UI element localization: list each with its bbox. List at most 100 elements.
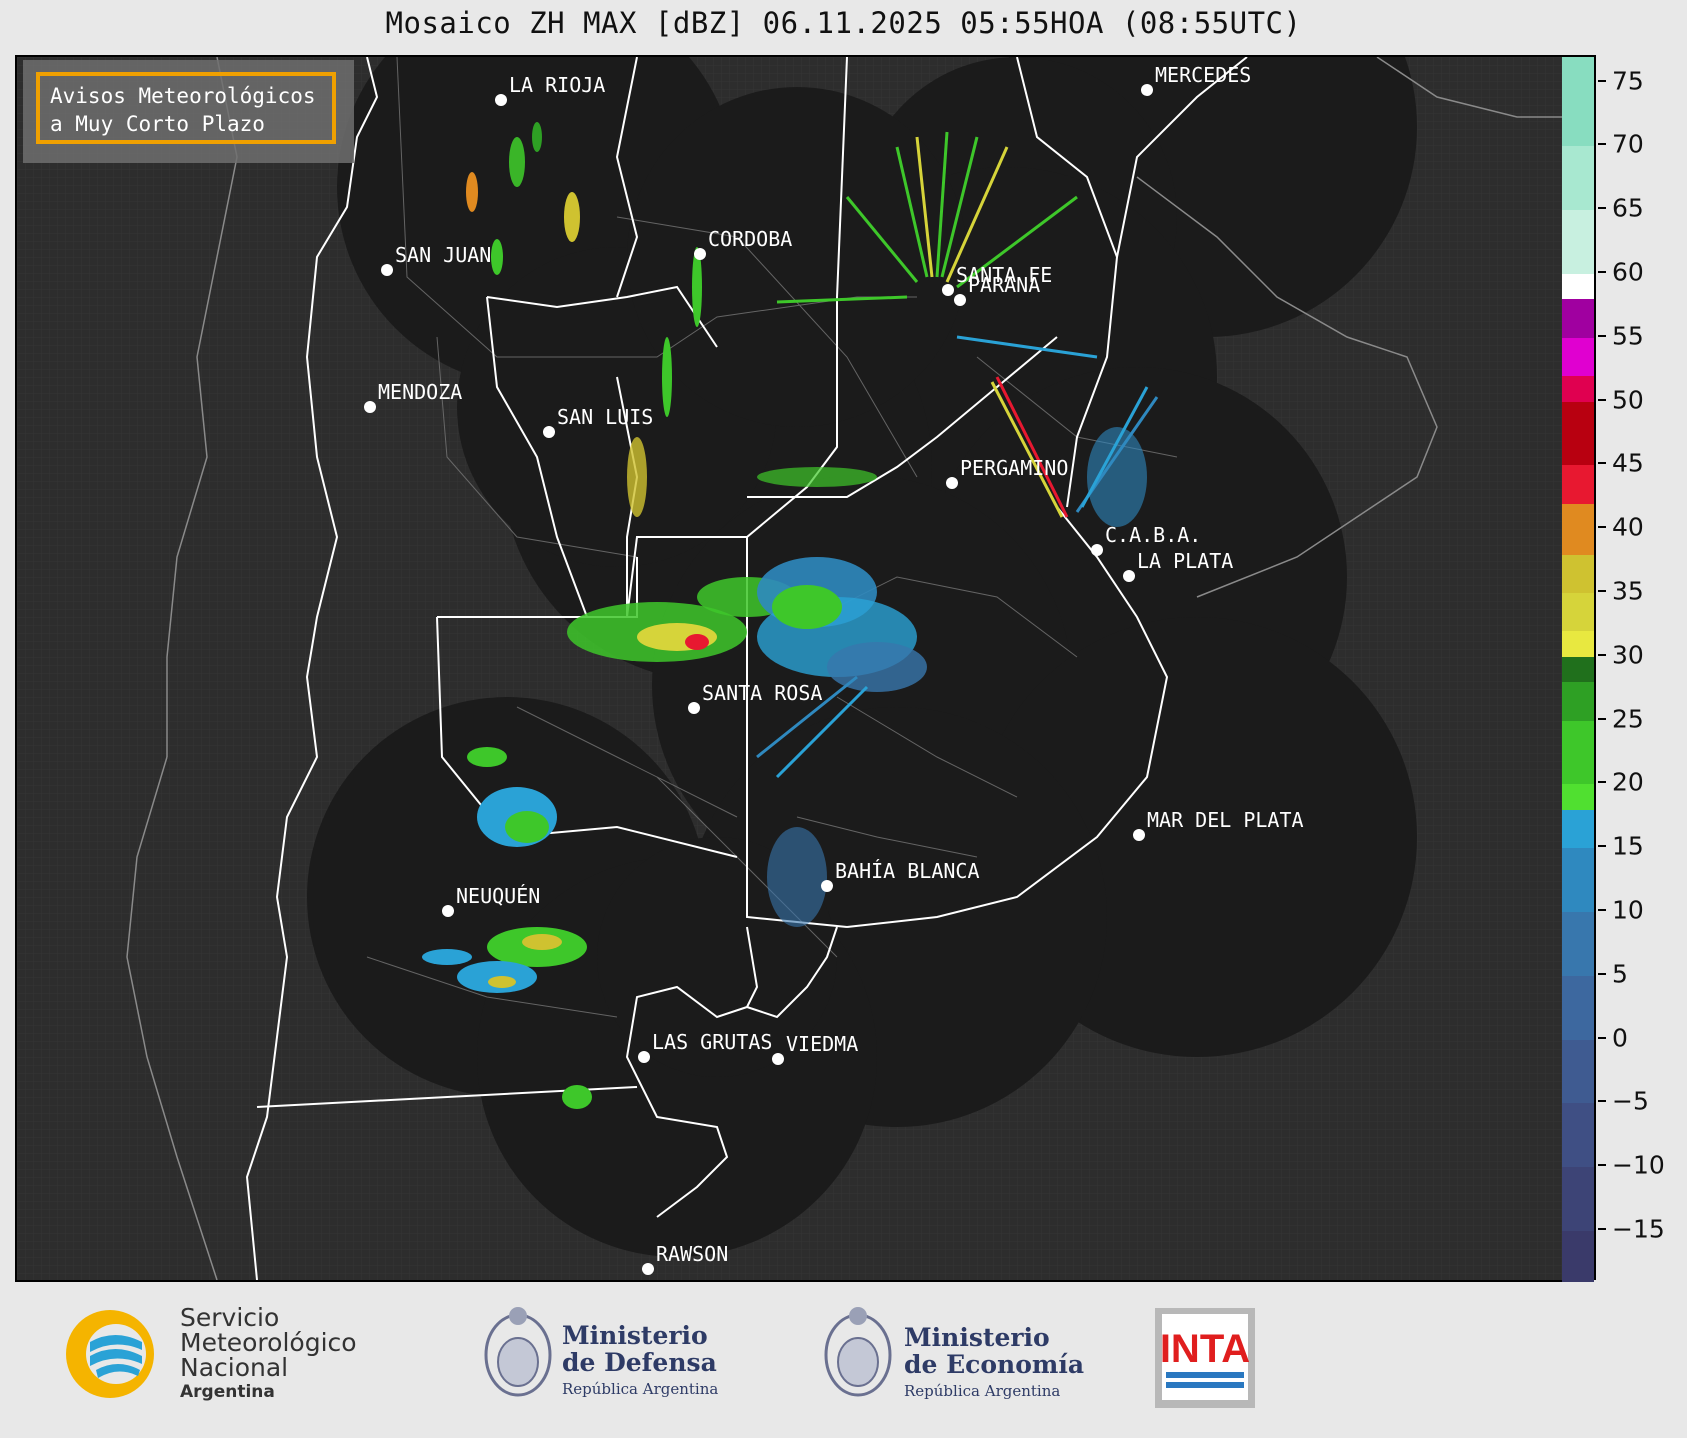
colorbar-tick [1598,589,1606,592]
colorbar-segment [1562,503,1594,555]
colorbar-tick-label: 15 [1612,831,1644,861]
colorbar-segment [1562,809,1594,849]
colorbar-segment [1562,1039,1594,1104]
colorbar-tick [1598,845,1606,848]
city-label: BAHÍA BLANCA [835,859,980,883]
city-marker [946,477,958,489]
colorbar-tick-label: 55 [1612,321,1644,351]
colorbar-segment [1562,299,1594,338]
city-label: LA RIOJA [509,73,605,97]
colorbar-tick-label: 10 [1612,895,1644,925]
colorbar-tick [1598,143,1606,146]
colorbar-tick [1598,462,1606,465]
colorbar-tick-label: 35 [1612,576,1644,606]
colorbar-segment [1562,146,1594,211]
colorbar-segment [1562,1167,1594,1231]
defensa-line-2: de Defensa [562,1348,717,1377]
city-label: MERCEDES [1155,63,1251,87]
city-label: MENDOZA [378,380,462,404]
alert-line-2: a Muy Corto Plazo [50,112,265,136]
colorbar-tick-label: 75 [1612,66,1644,96]
colorbar-segment [1562,682,1594,721]
colorbar-tick [1598,1227,1606,1230]
city-marker [642,1263,654,1275]
colorbar-segment [1562,784,1594,810]
colorbar-tick-label: −15 [1612,1214,1665,1244]
colorbar-tick [1598,908,1606,911]
colorbar-tick-label: −5 [1612,1086,1649,1116]
colorbar-segment [1562,210,1594,274]
colorbar-segment [1562,975,1594,1040]
colorbar-segment [1562,273,1594,300]
colorbar-segment [1562,911,1594,976]
defensa-line-3: República Argentina [562,1380,719,1398]
colorbar-segment [1562,848,1594,912]
smn-line-1: Servicio [180,1303,280,1332]
smn-line-4: Argentina [180,1382,275,1402]
smn-logo-icon [66,1310,154,1398]
defensa-logo-text: Ministerio de Defensa República Argentin… [562,1322,718,1403]
city-label: NEUQUÉN [456,884,540,908]
city-marker [954,294,966,306]
city-marker [1141,84,1153,96]
city-marker [942,284,954,296]
colorbar-tick-label: 60 [1612,257,1644,287]
city-marker [821,880,833,892]
alert-line-1: Avisos Meteorológicos [50,84,316,108]
colorbar-segment [1562,401,1594,466]
city-marker [1123,570,1135,582]
city-marker [638,1051,650,1063]
colorbar [1562,55,1596,1282]
colorbar-tick [1598,79,1606,82]
colorbar-tick [1598,781,1606,784]
colorbar-segment [1562,720,1594,785]
smn-line-2: Meteorológico [180,1328,357,1357]
colorbar-tick [1598,653,1606,656]
city-label: LAS GRUTAS [652,1030,772,1054]
radar-map-canvas: LA RIOJA MERCEDESSAN JUANCORDOBASANTA FEP… [17,57,1564,1280]
colorbar-segment [1562,656,1594,683]
economia-line-1: Ministerio [904,1323,1050,1352]
colorbar-tick [1598,270,1606,273]
colorbar-segment [1562,1103,1594,1168]
colorbar-segment [1562,465,1594,504]
colorbar-tick [1598,1100,1606,1103]
colorbar-tick-label: 65 [1612,193,1644,223]
city-marker [381,264,393,276]
colorbar-tick [1598,1164,1606,1167]
colorbar-tick [1598,398,1606,401]
colorbar-segment [1562,337,1594,376]
colorbar-tick [1598,972,1606,975]
city-marker [442,905,454,917]
colorbar-tick [1598,207,1606,210]
city-marker [1091,544,1103,556]
colorbar-tick-label: 5 [1612,959,1628,989]
colorbar-segment [1562,376,1594,402]
economia-logo-text: Ministerio de Economía República Argenti… [904,1324,1084,1405]
city-label: VIEDMA [786,1032,858,1056]
alert-box[interactable]: Avisos Meteorológicos a Muy Corto Plazo [36,72,336,144]
colorbar-tick-label: 30 [1612,640,1644,670]
defensa-emblem-icon [484,1307,552,1397]
city-label: RAWSON [656,1242,728,1266]
smn-logo-text: Servicio Meteorológico Nacional Argentin… [180,1305,357,1405]
colorbar-segment [1562,592,1594,632]
city-label: PERGAMINO [960,456,1068,480]
city-label: C.A.B.A. [1105,523,1201,547]
colorbar-tick-label: 20 [1612,767,1644,797]
colorbar-segment [1562,57,1594,147]
colorbar-tick-label: 50 [1612,385,1644,415]
city-marker [543,426,555,438]
colorbar-tick [1598,334,1606,337]
radar-map[interactable]: LA RIOJA MERCEDES SAN JUAN CORDOBA SANTA FE P… [15,55,1566,1282]
colorbar-tick [1598,1036,1606,1039]
economia-line-3: República Argentina [904,1382,1061,1400]
svg-text:INTA: INTA [1160,1327,1250,1371]
colorbar-segment [1562,631,1594,657]
colorbar-segment [1562,1230,1594,1282]
city-label: SAN JUAN [395,243,491,267]
smn-line-3: Nacional [180,1353,289,1382]
economia-line-2: de Economía [904,1350,1085,1379]
colorbar-tick-label: 45 [1612,448,1644,478]
economia-emblem-icon [824,1307,892,1397]
